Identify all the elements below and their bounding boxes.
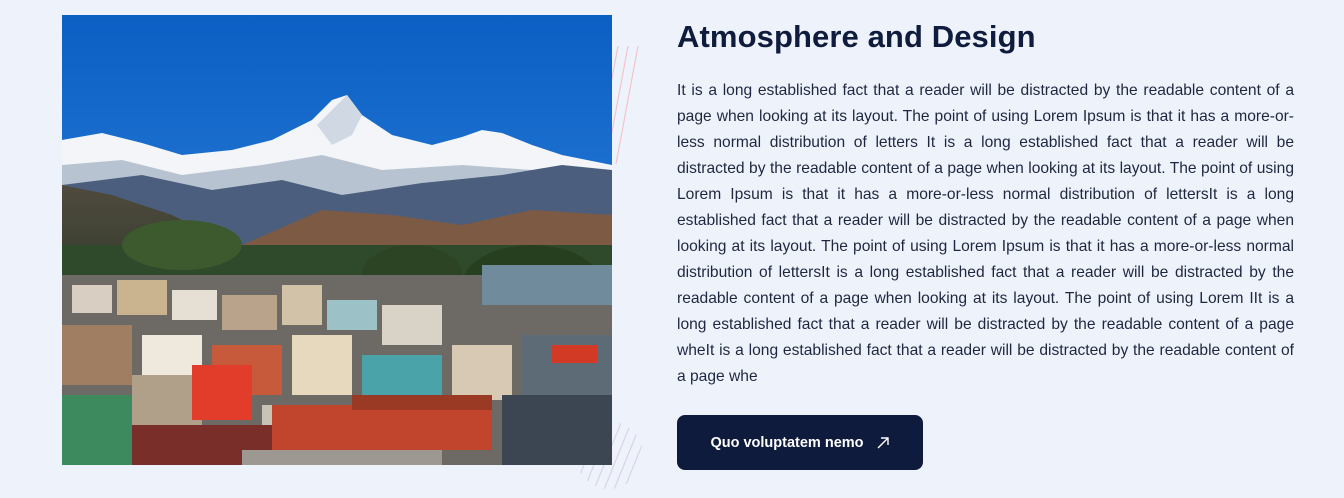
about-content: Atmosphere and Design It is a long estab… [677, 18, 1294, 390]
cta-button[interactable]: Quo voluptatem nemo [677, 415, 923, 470]
section-title: Atmosphere and Design [677, 19, 1036, 54]
arrow-up-right-icon [877, 436, 889, 448]
section-body: It is a long established fact that a rea… [677, 82, 1294, 385]
landscape-image [62, 15, 612, 465]
mountain-town-photo [62, 15, 612, 465]
about-section: Atmosphere and Design It is a long estab… [0, 0, 1344, 498]
cta-button-label: Quo voluptatem nemo [710, 434, 864, 451]
